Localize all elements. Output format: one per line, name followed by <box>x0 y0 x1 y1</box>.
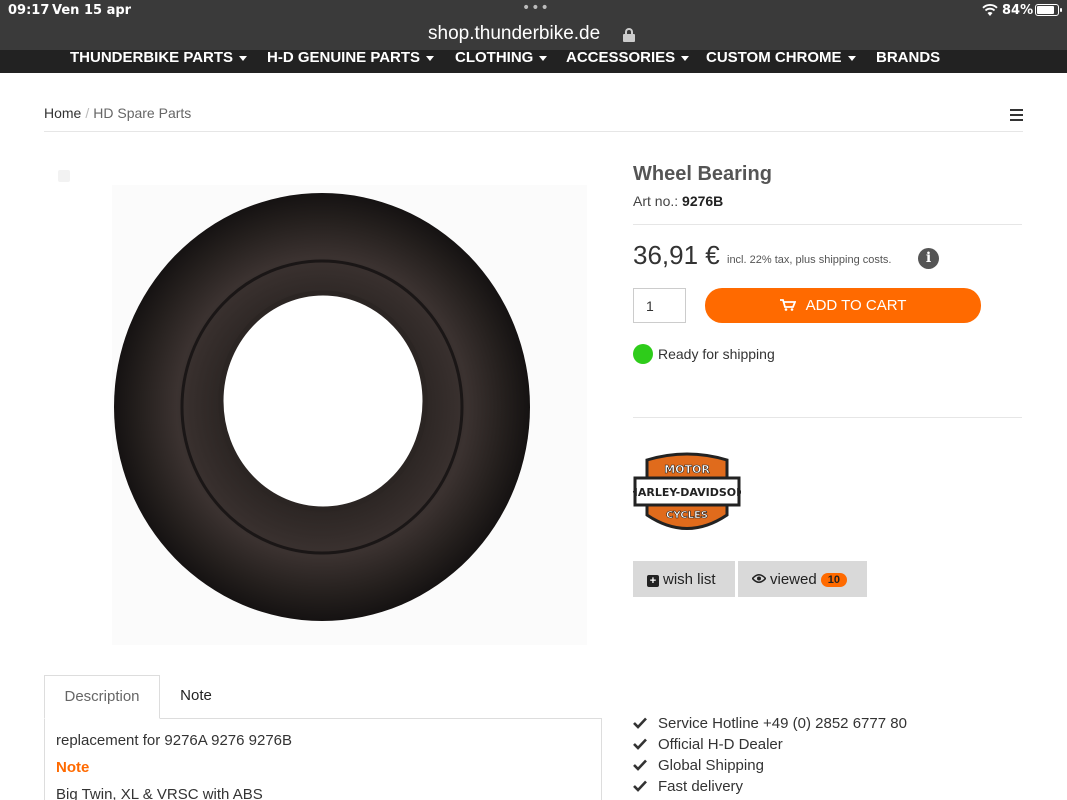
nav-label: BRANDS <box>876 49 941 66</box>
benefit-label: Global Shipping <box>658 757 764 774</box>
article-number-label: Art no.: <box>633 193 679 209</box>
wifi-icon <box>982 4 998 16</box>
article-number: Art no.: 9276B <box>633 193 723 209</box>
lock-icon <box>623 28 635 42</box>
nav-item-clothing[interactable]: CLOTHING <box>455 49 548 66</box>
check-icon <box>633 717 647 729</box>
check-icon <box>633 780 647 792</box>
caret-down-icon <box>847 55 856 61</box>
tax-note[interactable]: incl. 22% tax, plus shipping costs. <box>727 254 891 266</box>
benefit-item: Fast delivery <box>633 778 743 795</box>
description-text: replacement for 9276A 9276 9276B <box>56 732 293 749</box>
benefit-label: Official H-D Dealer <box>658 736 783 753</box>
nav-item-thunderbike-parts[interactable]: THUNDERBIKE PARTS <box>70 49 248 66</box>
battery-percent: 84% <box>1002 3 1034 18</box>
shipping-status-dot-icon <box>633 344 653 364</box>
info-icon[interactable]: i <box>918 248 939 269</box>
divider <box>44 131 1023 132</box>
nav-label: THUNDERBIKE PARTS <box>70 49 234 66</box>
divider <box>633 417 1022 418</box>
svg-text:HARLEY-DAVIDSON: HARLEY-DAVIDSON <box>633 486 741 499</box>
viewed-label: viewed <box>770 570 817 588</box>
benefit-item: Global Shipping <box>633 757 764 774</box>
check-icon <box>633 759 647 771</box>
viewed-count-badge: 10 <box>820 572 847 587</box>
viewed-button[interactable]: viewed 10 <box>738 561 867 597</box>
wish-list-button[interactable]: + wish list <box>633 561 735 597</box>
add-to-cart-label: ADD TO CART <box>805 297 907 314</box>
benefit-label: Service Hotline +49 (0) 2852 6777 80 <box>658 715 907 732</box>
tab-note[interactable]: Note <box>160 675 232 719</box>
product-title: Wheel Bearing <box>633 163 772 185</box>
image-thumbnail[interactable] <box>58 170 70 182</box>
caret-down-icon <box>539 55 548 61</box>
main-nav: THUNDERBIKE PARTS H-D GENUINE PARTS CLOT… <box>0 49 1067 73</box>
product-image[interactable] <box>112 185 587 645</box>
url-bar[interactable]: shop.thunderbike.de <box>0 22 1067 50</box>
caret-down-icon <box>681 55 690 61</box>
nav-label: CLOTHING <box>455 49 534 66</box>
multitask-dots-icon[interactable]: ••• <box>522 0 550 16</box>
cart-icon <box>779 299 796 311</box>
check-icon <box>633 738 647 750</box>
svg-text:CYCLES: CYCLES <box>666 510 708 521</box>
url-text[interactable]: shop.thunderbike.de <box>428 23 600 45</box>
models-text: Big Twin, XL & VRSC with ABS <box>56 786 263 800</box>
caret-down-icon <box>426 55 435 61</box>
svg-text:MOTOR: MOTOR <box>664 463 710 476</box>
nav-item-hd-genuine-parts[interactable]: H-D GENUINE PARTS <box>267 49 435 66</box>
nav-label: CUSTOM CHROME <box>706 49 842 66</box>
breadcrumb-home[interactable]: Home <box>44 105 81 121</box>
status-time: 09:17 <box>8 3 50 18</box>
nav-item-custom-chrome[interactable]: CUSTOM CHROME <box>706 49 856 66</box>
note-heading: Note <box>56 759 90 776</box>
plus-square-icon: + <box>647 574 659 587</box>
status-bar: 09:17 Ven 15 apr ••• 84% <box>0 0 1067 22</box>
nav-label: ACCESSORIES <box>566 49 676 66</box>
quantity-input[interactable] <box>633 288 686 323</box>
hamburger-menu-icon[interactable] <box>1010 109 1023 121</box>
benefit-label: Fast delivery <box>658 778 744 795</box>
article-number-value: 9276B <box>682 193 724 209</box>
status-date: Ven 15 apr <box>52 3 132 18</box>
caret-down-icon <box>239 55 248 61</box>
divider <box>633 224 1022 225</box>
tab-description[interactable]: Description <box>44 675 160 719</box>
wish-list-label: wish list <box>663 570 716 588</box>
breadcrumb-current[interactable]: HD Spare Parts <box>93 105 191 121</box>
nav-label: H-D GENUINE PARTS <box>267 49 421 66</box>
nav-item-accessories[interactable]: ACCESSORIES <box>566 49 690 66</box>
product-price: 36,91 € <box>633 240 720 270</box>
benefit-item: Official H-D Dealer <box>633 736 783 753</box>
shipping-status: Ready for shipping <box>658 346 775 362</box>
nav-item-brands[interactable]: BRANDS <box>876 49 940 66</box>
battery-icon <box>1035 4 1062 16</box>
breadcrumb: Home / HD Spare Parts <box>44 105 191 121</box>
benefit-item: Service Hotline +49 (0) 2852 6777 80 <box>633 715 907 732</box>
harley-davidson-logo[interactable]: MOTOR HARLEY-DAVIDSON CYCLES <box>633 450 741 535</box>
add-to-cart-button[interactable]: ADD TO CART <box>705 288 981 323</box>
breadcrumb-separator: / <box>85 105 90 121</box>
eye-icon <box>752 573 766 583</box>
